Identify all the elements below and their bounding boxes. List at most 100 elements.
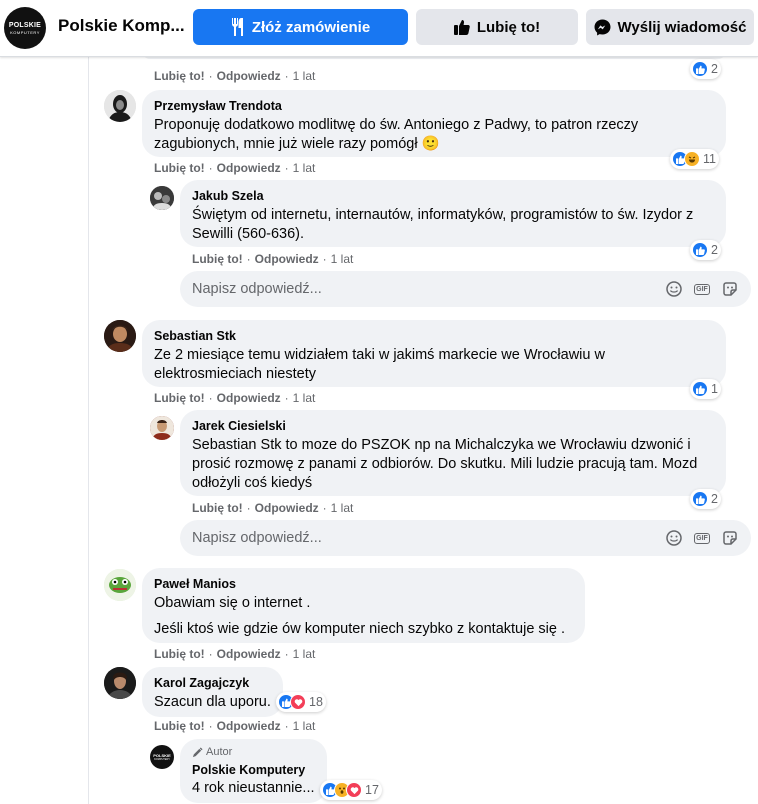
comment-age[interactable]: 1 lat [293, 391, 316, 405]
comment-text[interactable]: 4 rok nieustannie... [192, 779, 315, 798]
reaction-count: 17 [365, 783, 379, 797]
avatar[interactable] [104, 667, 136, 699]
order-button[interactable]: Złóż zamówienie [193, 9, 408, 45]
reaction-count: 18 [309, 695, 323, 709]
avatar[interactable] [104, 90, 136, 122]
comments-section: 2 Lubię to! · Odpowiedz · 1 lat Przemysław T… [0, 43, 758, 804]
comment-author[interactable]: Jakub Szela [192, 188, 714, 204]
logo-line2: KOMPUTERY [10, 29, 40, 35]
reply-link[interactable]: Odpowiedz [255, 501, 319, 515]
comment-actions: Lubię to! · Odpowiedz · 1 lat [154, 69, 316, 83]
like-comment-link[interactable]: Lubię to! [154, 719, 205, 733]
comment-text: Ze 2 miesiące temu widziałem taki w jaki… [154, 347, 605, 382]
page-like-button[interactable]: Lubię to! [416, 9, 578, 45]
comment-age[interactable]: 1 lat [293, 161, 316, 175]
comment-author[interactable]: Przemysław Trendota [154, 98, 714, 114]
comment-text: Obawiam się o internet . [154, 595, 311, 611]
reply-input-placeholder: Napisz odpowiedź... [192, 530, 322, 546]
page-logo[interactable]: POLSKIE KOMPUTERY [4, 7, 46, 49]
comment-author[interactable]: Karol Zagajczyk [154, 675, 271, 691]
comment-author[interactable]: Polskie Komputery [192, 762, 315, 778]
reaction-summary[interactable]: 2 [690, 489, 721, 509]
comment-text: Proponuję dodatkowo modlitwę do św. Anto… [154, 117, 639, 152]
comment-age[interactable]: 1 lat [293, 647, 316, 661]
emoji-icon[interactable] [665, 529, 683, 547]
reaction-summary[interactable]: 17 [320, 780, 382, 800]
comment-age[interactable]: 1 lat [331, 252, 354, 266]
like-comment-link[interactable]: Lubię to! [154, 161, 205, 175]
avatar[interactable] [150, 186, 174, 210]
like-comment-link[interactable]: Lubię to! [154, 647, 205, 661]
reply-input[interactable]: Napisz odpowiedź... GIF [180, 520, 751, 556]
love-reaction-icon [346, 782, 362, 798]
comment-age[interactable]: 1 lat [331, 501, 354, 515]
reply-link[interactable]: Odpowiedz [217, 391, 281, 405]
logo-line2: KOMPUTERY [154, 758, 170, 761]
reply-link[interactable]: Odpowiedz [217, 161, 281, 175]
comment-text: Szacun dla uporu. [154, 694, 271, 710]
sticker-icon[interactable] [721, 280, 739, 298]
reply-link[interactable]: Odpowiedz [217, 719, 281, 733]
comment-age[interactable]: 1 lat [293, 69, 316, 83]
author-badge-label: Autor [206, 746, 233, 758]
like-reaction-icon [692, 61, 708, 77]
comment-bubble: Paweł Manios Obawiam się o internet . Je… [142, 568, 585, 643]
reply-link[interactable]: Odpowiedz [217, 647, 281, 661]
avatar[interactable] [104, 320, 136, 352]
messenger-icon [594, 19, 611, 35]
sticker-icon[interactable] [721, 529, 739, 547]
like-comment-link[interactable]: Lubię to! [154, 391, 205, 405]
avatar[interactable] [104, 569, 136, 601]
avatar[interactable]: POLSKIE KOMPUTERY [150, 745, 174, 769]
reply-bubble: Jakub Szela Świętym od internetu, intern… [180, 180, 726, 247]
reply-link[interactable]: Odpowiedz [217, 69, 281, 83]
page-name[interactable]: Polskie Komp... [58, 16, 185, 36]
send-message-button[interactable]: Wyślij wiadomość [586, 9, 754, 45]
like-reaction-icon [692, 242, 708, 258]
gif-icon[interactable]: GIF [693, 280, 711, 298]
reply-link[interactable]: Odpowiedz [255, 252, 319, 266]
reaction-summary[interactable]: 11 [670, 149, 719, 169]
reply-input-placeholder: Napisz odpowiedź... [192, 281, 322, 297]
reaction-summary[interactable]: 2 [690, 240, 721, 260]
comment-author[interactable]: Jarek Ciesielski [192, 418, 714, 434]
reaction-count: 11 [703, 152, 716, 166]
comment-author[interactable]: Sebastian Stk [154, 328, 714, 344]
reaction-summary[interactable]: 1 [690, 379, 721, 399]
comment-actions: Lubię to! · Odpowiedz · 1 lat [192, 252, 354, 266]
page-header: POLSKIE KOMPUTERY Polskie Komp... Złóż z… [0, 0, 758, 57]
reaction-count: 2 [711, 62, 718, 76]
comment-text: Sebastian Stk to moze do PSZOK np na Mic… [192, 437, 698, 491]
reaction-summary[interactable]: 18 [276, 692, 326, 712]
thread-divider [88, 57, 89, 804]
page-like-label: Lubię to! [476, 18, 541, 36]
reaction-count: 1 [711, 382, 718, 396]
pencil-icon [192, 746, 203, 757]
comment-author[interactable]: Paweł Manios [154, 576, 573, 592]
haha-reaction-icon [684, 151, 700, 167]
like-comment-link[interactable]: Lubię to! [192, 501, 243, 515]
like-reaction-icon [692, 491, 708, 507]
like-comment-link[interactable]: Lubię to! [154, 69, 205, 83]
comment-actions: Lubię to! · Odpowiedz · 1 lat [154, 391, 316, 405]
avatar[interactable] [150, 416, 174, 440]
comment-actions: Lubię to! · Odpowiedz · 1 lat [154, 719, 316, 733]
comment-age[interactable]: 1 lat [293, 719, 316, 733]
send-message-label: Wyślij wiadomość [617, 18, 747, 36]
comment-actions: Lubię to! · Odpowiedz · 1 lat [154, 647, 316, 661]
reply-bubble: Jarek Ciesielski Sebastian Stk to moze d… [180, 410, 726, 496]
comment-bubble: Sebastian Stk Ze 2 miesiące temu widział… [142, 320, 726, 387]
fork-knife-icon [231, 18, 243, 36]
comment-text: Jeśli ktoś wie gdzie ów komputer niech s… [154, 621, 566, 637]
comment-actions: Lubię to! · Odpowiedz · 1 lat [192, 501, 354, 515]
order-button-label: Złóż zamówienie [251, 18, 371, 36]
emoji-icon[interactable] [665, 280, 683, 298]
reaction-summary[interactable]: 2 [690, 59, 721, 79]
gif-icon[interactable]: GIF [693, 529, 711, 547]
comment-text: Świętym od internetu, internautów, infor… [192, 207, 694, 242]
like-comment-link[interactable]: Lubię to! [192, 252, 243, 266]
reaction-count: 2 [711, 492, 718, 506]
reply-input[interactable]: Napisz odpowiedź... GIF [180, 271, 751, 307]
reply-bubble: Autor Polskie Komputery 4 rok nieustanni… [180, 739, 327, 803]
love-reaction-icon [290, 694, 306, 710]
